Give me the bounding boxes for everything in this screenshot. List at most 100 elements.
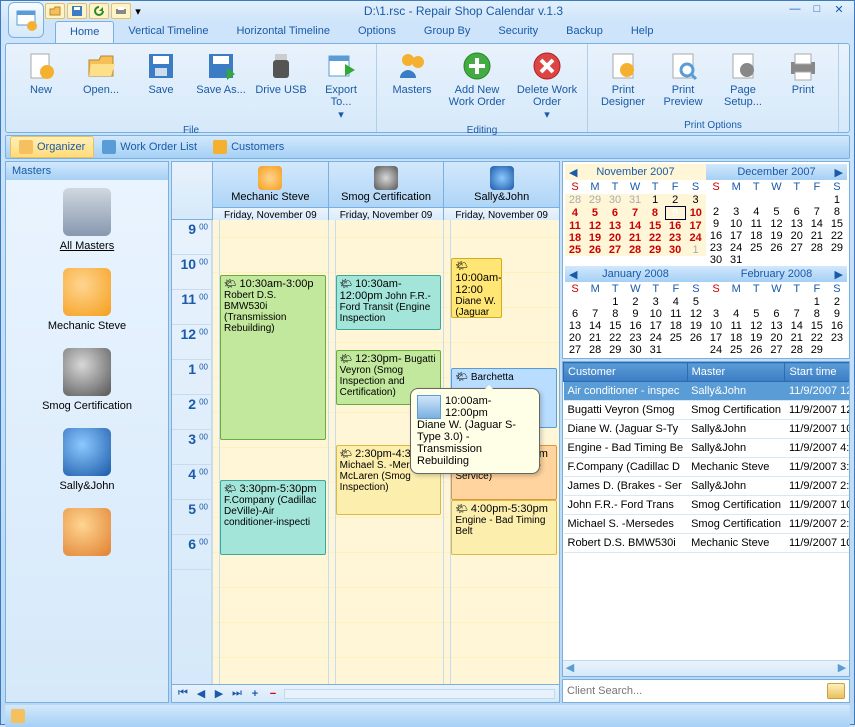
person-gear-icon xyxy=(258,166,282,190)
master-all[interactable]: All Masters xyxy=(6,180,168,260)
quick-print-icon[interactable] xyxy=(111,3,131,19)
calendar-icon xyxy=(417,395,441,419)
table-row[interactable]: John F.R.- Ford TransSmog Certification1… xyxy=(564,496,851,515)
app-menu-button[interactable] xyxy=(8,2,44,38)
search-button-icon[interactable] xyxy=(827,683,845,699)
titlebar: ▾ D:\1.rsc - Repair Shop Calendar v.1.3 … xyxy=(1,1,854,21)
page-setup-button[interactable]: Page Setup... xyxy=(714,47,772,119)
table-row[interactable]: Air conditioner - inspecSally&John11/9/2… xyxy=(564,382,851,401)
print-preview-button[interactable]: Print Preview xyxy=(654,47,712,119)
person-gear-icon xyxy=(63,268,111,316)
tab-group-by[interactable]: Group By xyxy=(410,21,484,43)
viewbar: Organizer Work Order List Customers xyxy=(5,135,850,159)
h-scrollbar[interactable] xyxy=(284,689,555,699)
drive-usb-button[interactable]: Drive USB xyxy=(252,47,310,124)
quick-refresh-icon[interactable] xyxy=(89,3,109,19)
schedule-footer: ⏮ ◀ ▶ ⏭ + − xyxy=(172,684,559,702)
appointment[interactable]: 🌤 4:00pm-5:30pm Engine - Bad Timing Belt xyxy=(451,500,557,555)
tab-backup[interactable]: Backup xyxy=(552,21,617,43)
tab-security[interactable]: Security xyxy=(484,21,552,43)
ribbon: New Open... Save Save As... Drive USB Ex… xyxy=(5,43,850,133)
time-column: 9 0010 0011 0012 001 002 003 004 005 006… xyxy=(172,220,212,684)
minimize-button[interactable]: — xyxy=(784,3,806,19)
appointment[interactable]: 🌤 3:30pm-5:30pm F.Company (Cadillac DeVi… xyxy=(220,480,326,555)
col-header-0: Mechanic Steve xyxy=(231,191,309,203)
master-mechanic-steve[interactable]: Mechanic Steve xyxy=(6,260,168,340)
quick-dropdown-icon[interactable]: ▾ xyxy=(133,3,143,19)
lock-icon[interactable] xyxy=(11,709,25,723)
zoom-out-icon[interactable]: − xyxy=(266,688,280,700)
gauge-icon xyxy=(374,166,398,190)
table-row[interactable]: Engine - Bad Timing BeSally&John11/9/200… xyxy=(564,439,851,458)
tab-home[interactable]: Home xyxy=(55,21,114,43)
statusbar xyxy=(5,705,850,727)
masters-button[interactable]: Masters xyxy=(383,47,441,124)
close-button[interactable]: ✕ xyxy=(828,3,850,19)
minical-feb[interactable]: February 2008▶SMTWTFS1234567891011121314… xyxy=(706,266,847,356)
minical-jan[interactable]: ◀January 2008SMTWTFS12345678910111213141… xyxy=(565,266,706,356)
masters-panel: Masters All Masters Mechanic Steve Smog … xyxy=(5,161,169,703)
table-row[interactable]: Bugatti Veyron (SmogSmog Certification11… xyxy=(564,401,851,420)
tab-horizontal-timeline[interactable]: Horizontal Timeline xyxy=(222,21,344,43)
editing-group-label: Editing xyxy=(383,124,581,136)
nav-first-icon[interactable]: ⏮ xyxy=(176,687,190,700)
save-as-button[interactable]: Save As... xyxy=(192,47,250,124)
print-group-label: Print Options xyxy=(594,119,832,131)
col-start[interactable]: Start time xyxy=(785,363,850,382)
view-work-order-list[interactable]: Work Order List xyxy=(94,137,205,157)
master-smog-cert[interactable]: Smog Certification xyxy=(6,340,168,420)
table-row[interactable]: James D. (Brakes - SerSally&John11/9/200… xyxy=(564,477,851,496)
appointment[interactable]: 🌤 10:00am-12:00 Diane W. (Jaguar S-Type … xyxy=(451,258,501,318)
appointment[interactable]: 🌤 10:30am-12:00pm John F.R.- Ford Transi… xyxy=(336,275,442,330)
col-customer[interactable]: Customer xyxy=(564,363,688,382)
delete-work-order-button[interactable]: Delete Work Order ▾ xyxy=(513,47,581,124)
appointment[interactable]: 🌤 10:30am-3:00p Robert D.S. BMW530i (Tra… xyxy=(220,275,326,440)
save-button[interactable]: Save xyxy=(132,47,190,124)
print-button[interactable]: Print xyxy=(774,47,832,119)
person-icon xyxy=(63,508,111,556)
calendar-picker: ◀November 2007SMTWTFS2829303112345678910… xyxy=(562,161,850,359)
export-to-button[interactable]: Export To... ▾ xyxy=(312,47,370,124)
exit-button[interactable]: Exit xyxy=(845,47,855,119)
customers-icon xyxy=(213,140,227,154)
grid-scrollbar[interactable]: ◀ ▶ xyxy=(563,660,849,676)
quick-open-icon[interactable] xyxy=(45,3,65,19)
add-work-order-button[interactable]: Add New Work Order xyxy=(443,47,511,124)
view-customers[interactable]: Customers xyxy=(205,137,292,157)
window-title: D:\1.rsc - Repair Shop Calendar v.1.3 xyxy=(143,4,784,18)
col-master[interactable]: Master xyxy=(687,363,785,382)
tab-help[interactable]: Help xyxy=(617,21,668,43)
master-extra[interactable] xyxy=(6,500,168,568)
nav-prev-icon[interactable]: ◀ xyxy=(194,687,208,700)
search-input[interactable] xyxy=(567,685,827,697)
master-sally-john[interactable]: Sally&John xyxy=(6,420,168,500)
minical-dec[interactable]: December 2007▶SMTWTFS1234567891011121314… xyxy=(706,164,847,266)
nav-last-icon[interactable]: ⏭ xyxy=(230,687,244,700)
ribbon-tabs: Home Vertical Timeline Horizontal Timeli… xyxy=(1,21,854,43)
day-column-0[interactable]: 🌤 10:30am-3:00p Robert D.S. BMW530i (Tra… xyxy=(212,220,328,684)
new-button[interactable]: New xyxy=(12,47,70,124)
search-bar xyxy=(562,679,850,703)
gauge-icon xyxy=(63,348,111,396)
open-button[interactable]: Open... xyxy=(72,47,130,124)
zoom-in-icon[interactable]: + xyxy=(248,688,262,700)
table-row[interactable]: F.Company (Cadillac DMechanic Steve11/9/… xyxy=(564,458,851,477)
file-group-label: File xyxy=(12,124,370,136)
nav-next-icon[interactable]: ▶ xyxy=(212,687,226,700)
tab-vertical-timeline[interactable]: Vertical Timeline xyxy=(114,21,222,43)
quick-save-icon[interactable] xyxy=(67,3,87,19)
masters-header: Masters xyxy=(6,162,168,180)
table-row[interactable]: Diane W. (Jaguar S-TySally&John11/9/2007… xyxy=(564,420,851,439)
appointment-grid: Customer Master Start time Air condition… xyxy=(562,361,850,677)
col-header-1: Smog Certification xyxy=(341,191,431,203)
table-row[interactable]: Robert D.S. BMW530iMechanic Steve11/9/20… xyxy=(564,534,851,553)
appointment-tooltip: 10:00am-12:00pm Diane W. (Jaguar S-Type … xyxy=(410,388,540,474)
col-header-2: Sally&John xyxy=(474,191,529,203)
maximize-button[interactable]: □ xyxy=(806,3,828,19)
tab-options[interactable]: Options xyxy=(344,21,410,43)
minical-nov[interactable]: ◀November 2007SMTWTFS2829303112345678910… xyxy=(565,164,706,266)
tooltip-text: Diane W. (Jaguar S-Type 3.0) -Transmissi… xyxy=(417,419,533,467)
table-row[interactable]: Michael S. -MersedesSmog Certification11… xyxy=(564,515,851,534)
print-designer-button[interactable]: Print Designer xyxy=(594,47,652,119)
view-organizer[interactable]: Organizer xyxy=(10,136,94,158)
